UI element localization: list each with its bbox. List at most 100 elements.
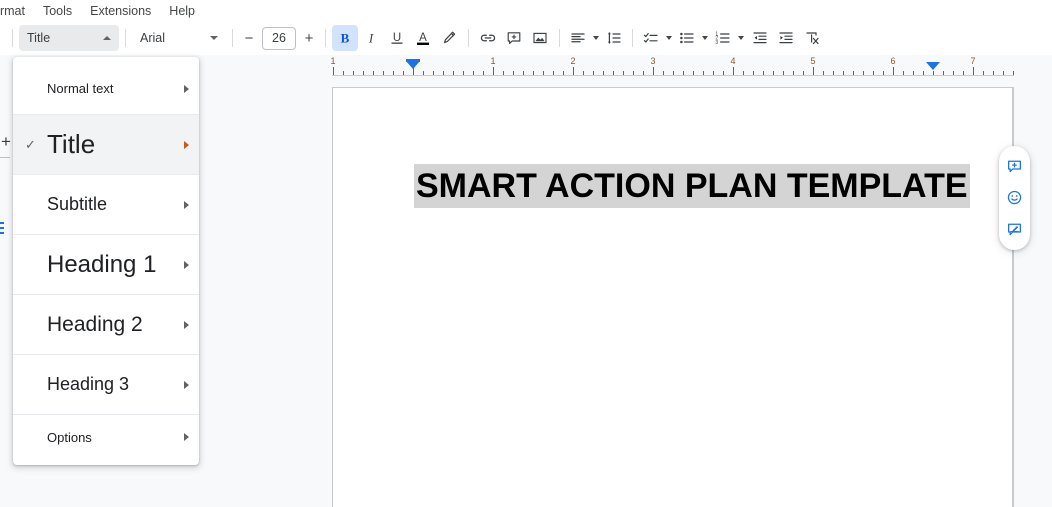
ruler-minor-tick [693,71,694,75]
ruler-minor-tick [533,71,534,75]
svg-text:A: A [419,32,427,44]
toolbar-divider [12,29,13,47]
bulleted-list-group [675,25,711,51]
menu-help[interactable]: Help [160,1,204,21]
align-group [566,25,602,51]
google-docs-window: ormat Tools Extensions Help Title Arial … [0,0,1052,507]
ruler-number: 3 [650,56,656,66]
bold-button[interactable]: B [332,25,358,51]
toolbar-divider [559,29,560,47]
ruler-minor-tick [763,71,764,75]
insert-link-button[interactable] [475,25,501,51]
underline-button[interactable]: U [384,25,410,51]
ruler-minor-tick [883,71,884,75]
emoji-reaction-icon[interactable] [1003,186,1027,210]
chevron-down-icon [210,36,218,40]
highlight-color-button[interactable] [436,25,462,51]
font-family-dropdown[interactable]: Arial [132,25,226,51]
chevron-down-icon[interactable] [738,36,744,40]
menu-format-clipped[interactable]: ormat [0,1,34,21]
style-option-title[interactable]: ✓ Title [13,115,199,175]
ruler-minor-tick [483,71,484,75]
chevron-right-icon [184,433,189,441]
suggest-edits-icon[interactable] [1003,217,1027,241]
bulleted-list-button[interactable] [675,25,699,51]
text-color-button[interactable]: A [410,25,436,51]
left-blue-marks-icon [0,222,4,234]
menu-extensions[interactable]: Extensions [81,1,160,21]
style-option-heading-3[interactable]: Heading 3 [13,355,199,415]
ruler-minor-tick [403,71,404,75]
increase-font-size-button[interactable]: + [299,26,319,50]
decrease-indent-button[interactable] [747,25,773,51]
style-option-normal-text[interactable]: Normal text [13,63,199,115]
chevron-down-icon[interactable] [702,36,708,40]
insert-image-button[interactable] [527,25,553,51]
font-size-input[interactable]: 26 [262,26,296,50]
ruler-major-tick [653,67,654,75]
ruler-major-tick [973,67,974,75]
ruler-minor-tick [583,71,584,75]
ruler-major-tick [733,67,734,75]
style-option-label: Heading 3 [47,374,130,394]
paragraph-styles-menu: Normal text ✓ Title Subtitle Heading 1 H… [13,57,199,465]
ruler-minor-tick [743,71,744,75]
ruler-minor-tick [843,71,844,75]
checklist-button[interactable] [639,25,663,51]
chevron-right-icon [184,84,189,93]
ruler-minor-tick [823,71,824,75]
align-button[interactable] [566,25,590,51]
style-option-label: Title [47,129,96,159]
clear-formatting-button[interactable] [799,25,825,51]
ruler-minor-tick [523,71,524,75]
ruler-minor-tick [803,71,804,75]
ruler-minor-tick [903,71,904,75]
left-indent-marker[interactable] [406,61,420,69]
chevron-down-icon[interactable] [666,36,672,40]
numbered-list-group: 123 [711,25,747,51]
add-comment-icon[interactable] [1003,155,1027,179]
ruler-minor-tick [423,71,424,75]
ruler-minor-tick [943,71,944,75]
add-comment-button[interactable] [501,25,527,51]
ruler-minor-tick [503,71,504,75]
italic-button[interactable]: I [358,25,384,51]
ruler-major-tick [893,67,894,75]
ruler-number: 1 [490,56,496,66]
ruler-major-tick [493,67,494,75]
ruler-minor-tick [513,71,514,75]
ruler-minor-tick [953,71,954,75]
ruler-minor-tick [873,71,874,75]
ruler-minor-tick [553,71,554,75]
right-indent-marker[interactable] [926,62,940,70]
chevron-down-icon[interactable] [593,36,599,40]
paragraph-style-label: Title [27,31,51,45]
ruler-number: 7 [970,56,976,66]
ruler-minor-tick [1013,71,1014,75]
ruler-minor-tick [563,71,564,75]
ruler-minor-tick [443,71,444,75]
ruler-minor-tick [683,71,684,75]
style-option-subtitle[interactable]: Subtitle [13,175,199,235]
ruler-minor-tick [923,71,924,75]
style-option-options[interactable]: Options [13,415,199,459]
document-page[interactable]: SMART ACTION PLAN TEMPLATE [332,87,1013,507]
style-option-heading-1[interactable]: Heading 1 [13,235,199,295]
first-line-indent-marker[interactable] [406,59,420,62]
increase-indent-button[interactable] [773,25,799,51]
chevron-right-icon [184,200,189,209]
style-option-heading-2[interactable]: Heading 2 [13,295,199,355]
font-family-label: Arial [140,31,166,45]
menu-tools[interactable]: Tools [34,1,81,21]
line-spacing-button[interactable] [602,25,626,51]
paragraph-style-dropdown[interactable]: Title [19,25,119,51]
ruler-minor-tick [1003,71,1004,75]
numbered-list-button[interactable]: 123 [711,25,735,51]
ruler-minor-tick [773,71,774,75]
ruler-minor-tick [933,71,934,75]
toolbar-divider [325,29,326,47]
document-title-text[interactable]: SMART ACTION PLAN TEMPLATE [414,164,970,208]
ruler-minor-tick [433,71,434,75]
ruler-minor-tick [373,71,374,75]
decrease-font-size-button[interactable]: − [239,26,259,50]
